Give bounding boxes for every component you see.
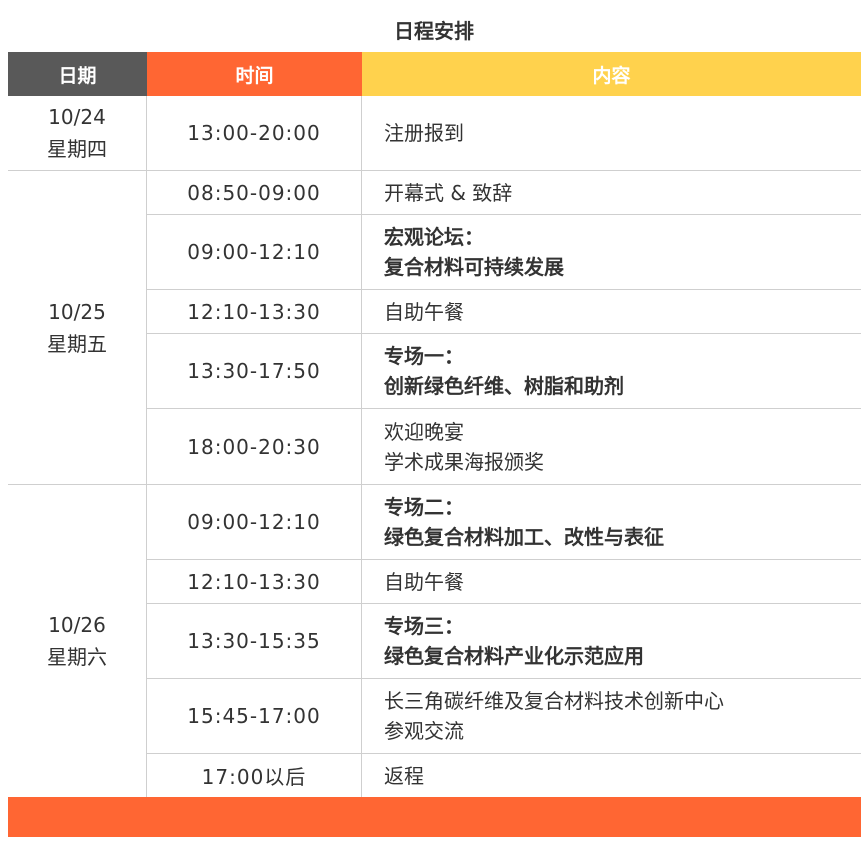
content-line: 返程	[384, 763, 424, 788]
header-time: 时间	[147, 52, 362, 96]
content-line: 自助午餐	[384, 569, 464, 594]
content-cell: 宏观论坛： 复合材料可持续发展	[362, 215, 861, 290]
content-line: 绿色复合材料产业化示范应用	[384, 644, 644, 668]
content-line: 长三角碳纤维及复合材料技术创新中心	[384, 689, 724, 713]
content-cell: 长三角碳纤维及复合材料技术创新中心 参观交流	[362, 679, 861, 754]
footer-bar	[8, 797, 861, 837]
time-cell: 13:00-20:00	[147, 96, 362, 171]
header-date: 日期	[8, 52, 147, 96]
content-line: 宏观论坛：	[384, 225, 484, 249]
content-line: 开幕式 & 致辞	[384, 180, 513, 205]
content-cell: 欢迎晚宴 学术成果海报颁奖	[362, 409, 861, 485]
content-cell: 专场三： 绿色复合材料产业化示范应用	[362, 604, 861, 679]
content-line: 自助午餐	[384, 299, 464, 324]
day3-date: 10/26	[48, 613, 106, 637]
time-cell: 09:00-12:10	[147, 215, 362, 290]
time-cell: 17:00以后	[147, 754, 362, 797]
content-cell: 专场一： 创新绿色纤维、树脂和助剂	[362, 334, 861, 409]
day1-date: 10/24	[48, 105, 106, 129]
content-line: 欢迎晚宴	[384, 419, 464, 444]
content-line: 复合材料可持续发展	[384, 255, 564, 279]
table-header: 日期 时间 内容	[8, 52, 861, 96]
content-line: 创新绿色纤维、树脂和助剂	[384, 374, 624, 398]
content-line: 专场一：	[384, 344, 464, 368]
day1-weekday: 星期四	[47, 137, 107, 161]
content-line: 学术成果海报颁奖	[384, 449, 544, 474]
date-cell-day1: 10/24 星期四	[8, 96, 147, 171]
content-line: 专场二：	[384, 495, 464, 519]
day2-date: 10/25	[48, 299, 106, 324]
day3-weekday: 星期六	[47, 645, 107, 669]
time-cell: 12:10-13:30	[147, 560, 362, 604]
time-cell: 09:00-12:10	[147, 485, 362, 560]
day2-weekday: 星期五	[47, 331, 107, 356]
schedule-title: 日程安排	[394, 19, 474, 43]
time-cell: 15:45-17:00	[147, 679, 362, 754]
content-line: 注册报到	[384, 121, 464, 145]
content-cell: 专场二： 绿色复合材料加工、改性与表征	[362, 485, 861, 560]
content-line: 绿色复合材料加工、改性与表征	[384, 525, 664, 549]
time-cell: 18:00-20:30	[147, 409, 362, 485]
header-content: 内容	[362, 52, 861, 96]
time-cell: 08:50-09:00	[147, 171, 362, 215]
date-cell-day3: 10/26 星期六	[8, 485, 147, 797]
content-cell: 注册报到	[362, 96, 861, 171]
content-cell: 开幕式 & 致辞	[362, 171, 861, 215]
time-cell: 12:10-13:30	[147, 290, 362, 334]
content-cell: 返程	[362, 754, 861, 797]
date-cell-day2: 10/25 星期五	[8, 171, 147, 485]
content-line: 专场三：	[384, 614, 464, 638]
content-cell: 自助午餐	[362, 290, 861, 334]
time-cell: 13:30-15:35	[147, 604, 362, 679]
content-cell: 自助午餐	[362, 560, 861, 604]
content-line: 参观交流	[384, 719, 464, 743]
time-cell: 13:30-17:50	[147, 334, 362, 409]
